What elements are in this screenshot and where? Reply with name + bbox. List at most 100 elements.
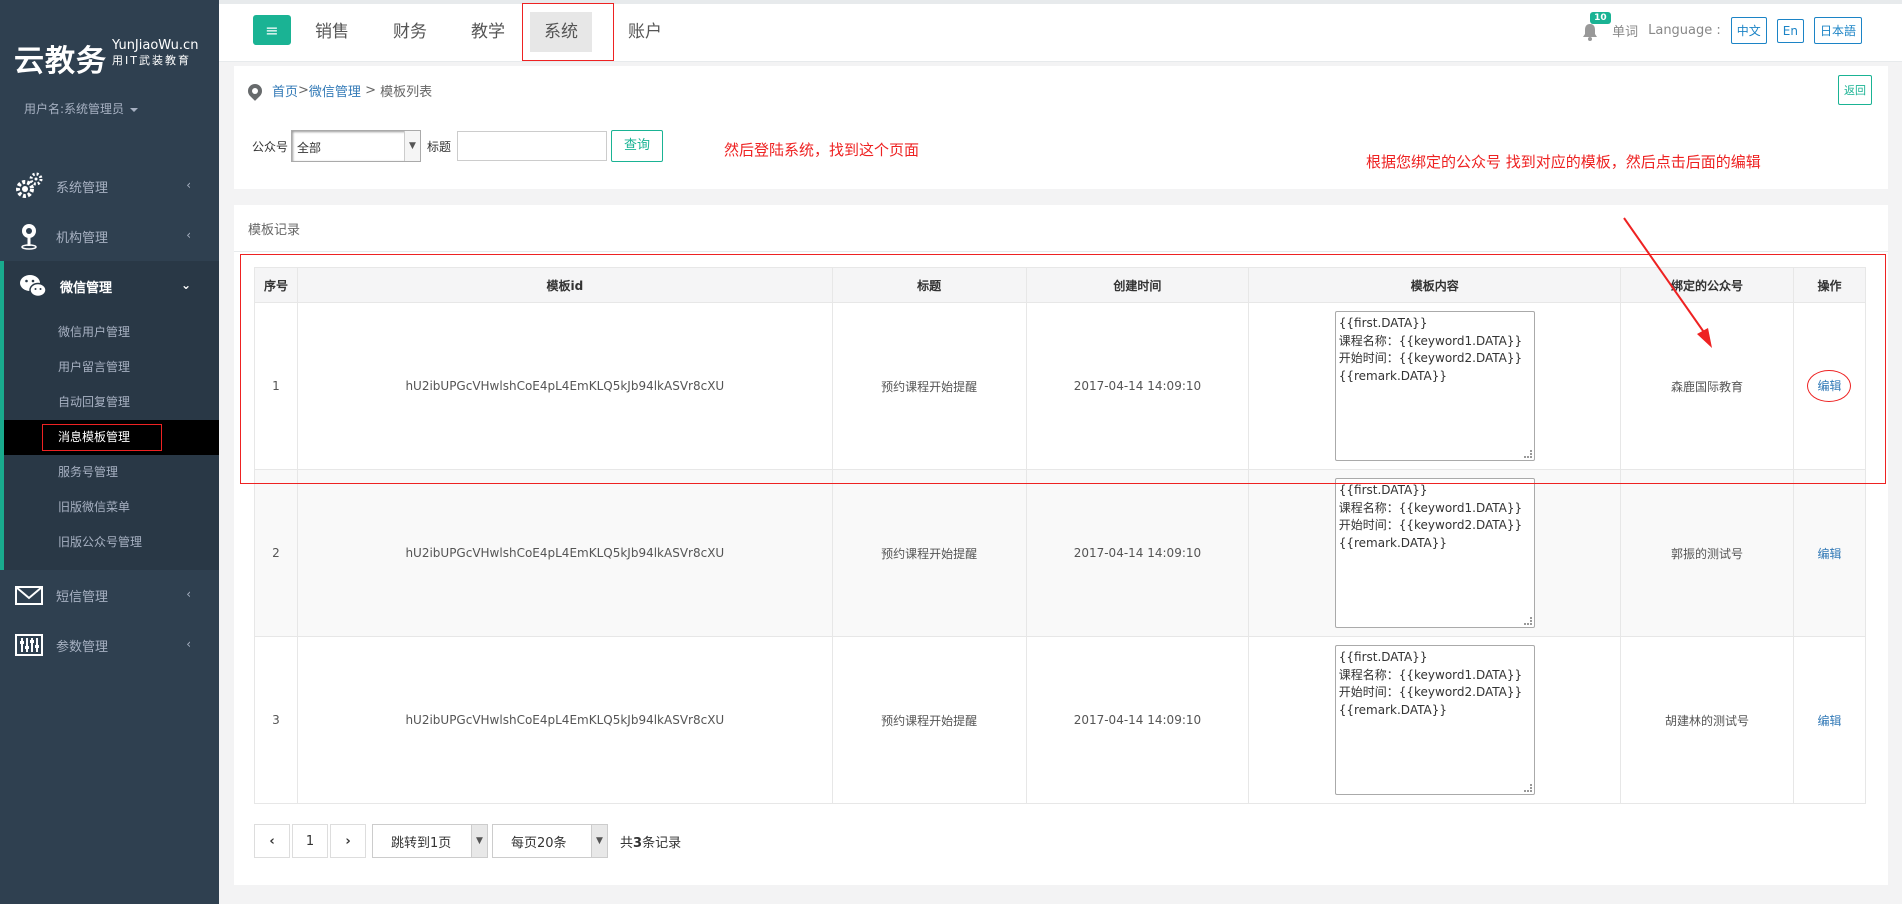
content-line: {{first.DATA}} [1338, 650, 1428, 664]
tab-finance[interactable]: 财务 [379, 12, 441, 52]
cell-content: {{first.DATA}} 课程名称：{{keyword1.DATA}} 开始… [1248, 636, 1622, 804]
sidebar-item-label: 微信管理 [60, 280, 113, 296]
wechat-submenu: 微信用户管理 用户留言管理 自动回复管理 消息模板管理 服务号管理 旧版微信菜单… [0, 311, 219, 570]
location-pin-icon [245, 80, 265, 101]
total-records: 共3条记录 [620, 832, 681, 851]
resize-grip-icon[interactable] [1523, 617, 1532, 625]
submenu-item[interactable]: 微信用户管理 [4, 315, 219, 350]
cell-no: 2 [254, 469, 298, 637]
title-input[interactable] [457, 131, 608, 161]
breadcrumb-home-link[interactable]: 首页 [272, 81, 298, 100]
lang-button-ja[interactable]: 日本語 [1813, 17, 1862, 44]
content-line: 开始时间：{{keyword2.DATA}} [1338, 518, 1523, 532]
submenu-item[interactable]: 自动回复管理 [4, 385, 219, 420]
query-button[interactable]: 查询 [611, 130, 664, 162]
user-menu[interactable]: 用户名:系统管理员 [24, 100, 138, 117]
notification-badge: 10 [1590, 11, 1611, 24]
sidebar-item-params[interactable]: 参数管理 ‹ [0, 620, 219, 670]
tab-teaching[interactable]: 教学 [457, 12, 519, 52]
total-suffix: 条记录 [642, 835, 682, 851]
sidebar-item-label: 参数管理 [56, 639, 109, 655]
lang-button-en[interactable]: En [1776, 18, 1804, 43]
prev-page-button[interactable]: ‹ [254, 824, 290, 858]
sidebar-item-sms[interactable]: 短信管理 ‹ [0, 570, 219, 620]
logo-en-line2: 用IT武装教育 [112, 54, 191, 67]
annotation-highlight-box [522, 3, 614, 61]
submenu-item-label: 微信用户管理 [58, 325, 131, 339]
top-right-tools: 10 单词 Language : 中文 En 日本語 [1582, 11, 1862, 44]
pagination: ‹ 1 › 跳转到1页 ▼ 每页20条 ▼ 共3条记录 [254, 824, 681, 858]
submenu-item-label: 旧版微信菜单 [58, 500, 131, 514]
edit-link[interactable]: 编辑 [1817, 714, 1841, 728]
resize-grip-icon[interactable] [1523, 784, 1532, 792]
sidebar-menu: 系统管理 ‹ 机构管理 ‹ 微信管理 ⌄ 微信用户管理 用户留言管理 自动回复管… [0, 161, 219, 670]
logo-cn: 云教务 [14, 44, 107, 79]
sliders-icon [14, 630, 44, 660]
records-title: 模板记录 [248, 223, 301, 238]
breadcrumb-separator: > [298, 83, 309, 98]
template-content-textarea[interactable]: {{first.DATA}} 课程名称：{{keyword1.DATA}} 开始… [1334, 478, 1535, 628]
annotation-highlight-box [240, 254, 1886, 484]
content-line: {{first.DATA}} [1338, 483, 1428, 497]
filter-form: 公众号 全部 ▼ 标题 查询 [252, 130, 664, 162]
word-link[interactable]: 单词 [1612, 21, 1638, 40]
per-page-value: 每页20条 [511, 835, 567, 851]
next-page-button[interactable]: › [330, 824, 366, 858]
submenu-item[interactable]: 服务号管理 [4, 455, 219, 490]
lang-button-zh[interactable]: 中文 [1730, 17, 1767, 44]
account-label: 公众号 [252, 139, 289, 154]
map-pin-icon [14, 221, 44, 251]
sidebar-item-label: 系统管理 [56, 180, 109, 196]
submenu-item[interactable]: 旧版微信菜单 [4, 490, 219, 525]
chevron-down-icon: ▼ [471, 825, 487, 857]
sidebar-item-wechat[interactable]: 微信管理 ⌄ [0, 261, 219, 311]
chevron-down-icon: ⌄ [180, 278, 191, 292]
hamburger-menu-button[interactable]: ≡ [253, 15, 291, 45]
sidebar: 云教务 YunJiaoWu.cn 用IT武装教育 用户名:系统管理员 系统管理 … [0, 0, 219, 904]
account-select-value: 全部 [297, 141, 322, 155]
edit-link[interactable]: 编辑 [1817, 547, 1841, 561]
tab-sales[interactable]: 销售 [301, 12, 363, 52]
account-select[interactable]: 全部 ▼ [291, 130, 422, 162]
submenu-item-message-template[interactable]: 消息模板管理 [4, 420, 219, 455]
chevron-right-icon: › [345, 833, 351, 849]
submenu-item[interactable]: 旧版公众号管理 [4, 525, 219, 560]
bell-icon[interactable]: 10 [1582, 11, 1611, 41]
envelope-icon [14, 580, 44, 610]
total-prefix: 共 [620, 835, 634, 851]
tab-account[interactable]: 账户 [614, 12, 676, 52]
top-navbar: ≡ 销售 财务 教学 系统 账户 10 单词 Language : 中文 En … [219, 0, 1902, 62]
cell-action: 编辑 [1792, 636, 1867, 804]
content-line: {{remark.DATA}} [1338, 702, 1447, 717]
sidebar-item-label: 机构管理 [56, 230, 109, 246]
breadcrumb-separator: > [360, 83, 381, 98]
cell-created: 2017-04-14 14:09:10 [1025, 469, 1250, 637]
submenu-item-label: 自动回复管理 [58, 395, 131, 409]
gears-icon [14, 171, 44, 201]
sidebar-item-system[interactable]: 系统管理 ‹ [0, 161, 219, 211]
template-content-textarea[interactable]: {{first.DATA}} 课程名称：{{keyword1.DATA}} 开始… [1334, 645, 1535, 795]
content-line: 课程名称：{{keyword1.DATA}} [1338, 667, 1523, 682]
chevron-left-icon: ‹ [186, 178, 191, 192]
submenu-item[interactable]: 用户留言管理 [4, 350, 219, 385]
cell-title: 预约课程开始提醒 [831, 469, 1027, 637]
cell-title: 预约课程开始提醒 [831, 636, 1027, 804]
breadcrumb: 首页 > 微信管理 > 模板列表 [245, 80, 432, 101]
cell-account: 郭振的测试号 [1620, 469, 1794, 637]
divider [234, 251, 1888, 252]
breadcrumb-section-link[interactable]: 微信管理 [309, 81, 361, 100]
content-line: {{remark.DATA}} [1338, 535, 1447, 550]
per-page-select[interactable]: 每页20条 ▼ [492, 824, 608, 858]
language-label: Language : [1648, 23, 1721, 38]
cell-content: {{first.DATA}} 课程名称：{{keyword1.DATA}} 开始… [1248, 469, 1622, 637]
jump-page-select[interactable]: 跳转到1页 ▼ [372, 824, 488, 858]
back-button[interactable]: 返回 [1838, 75, 1872, 105]
sidebar-item-label: 短信管理 [56, 589, 109, 605]
cell-no: 3 [254, 636, 298, 804]
chevron-left-icon: ‹ [269, 833, 275, 849]
total-count: 3 [633, 835, 643, 851]
submenu-item-label: 用户留言管理 [58, 360, 131, 374]
sidebar-item-org[interactable]: 机构管理 ‹ [0, 211, 219, 261]
page-number[interactable]: 1 [292, 824, 328, 858]
submenu-item-label: 服务号管理 [58, 465, 119, 479]
